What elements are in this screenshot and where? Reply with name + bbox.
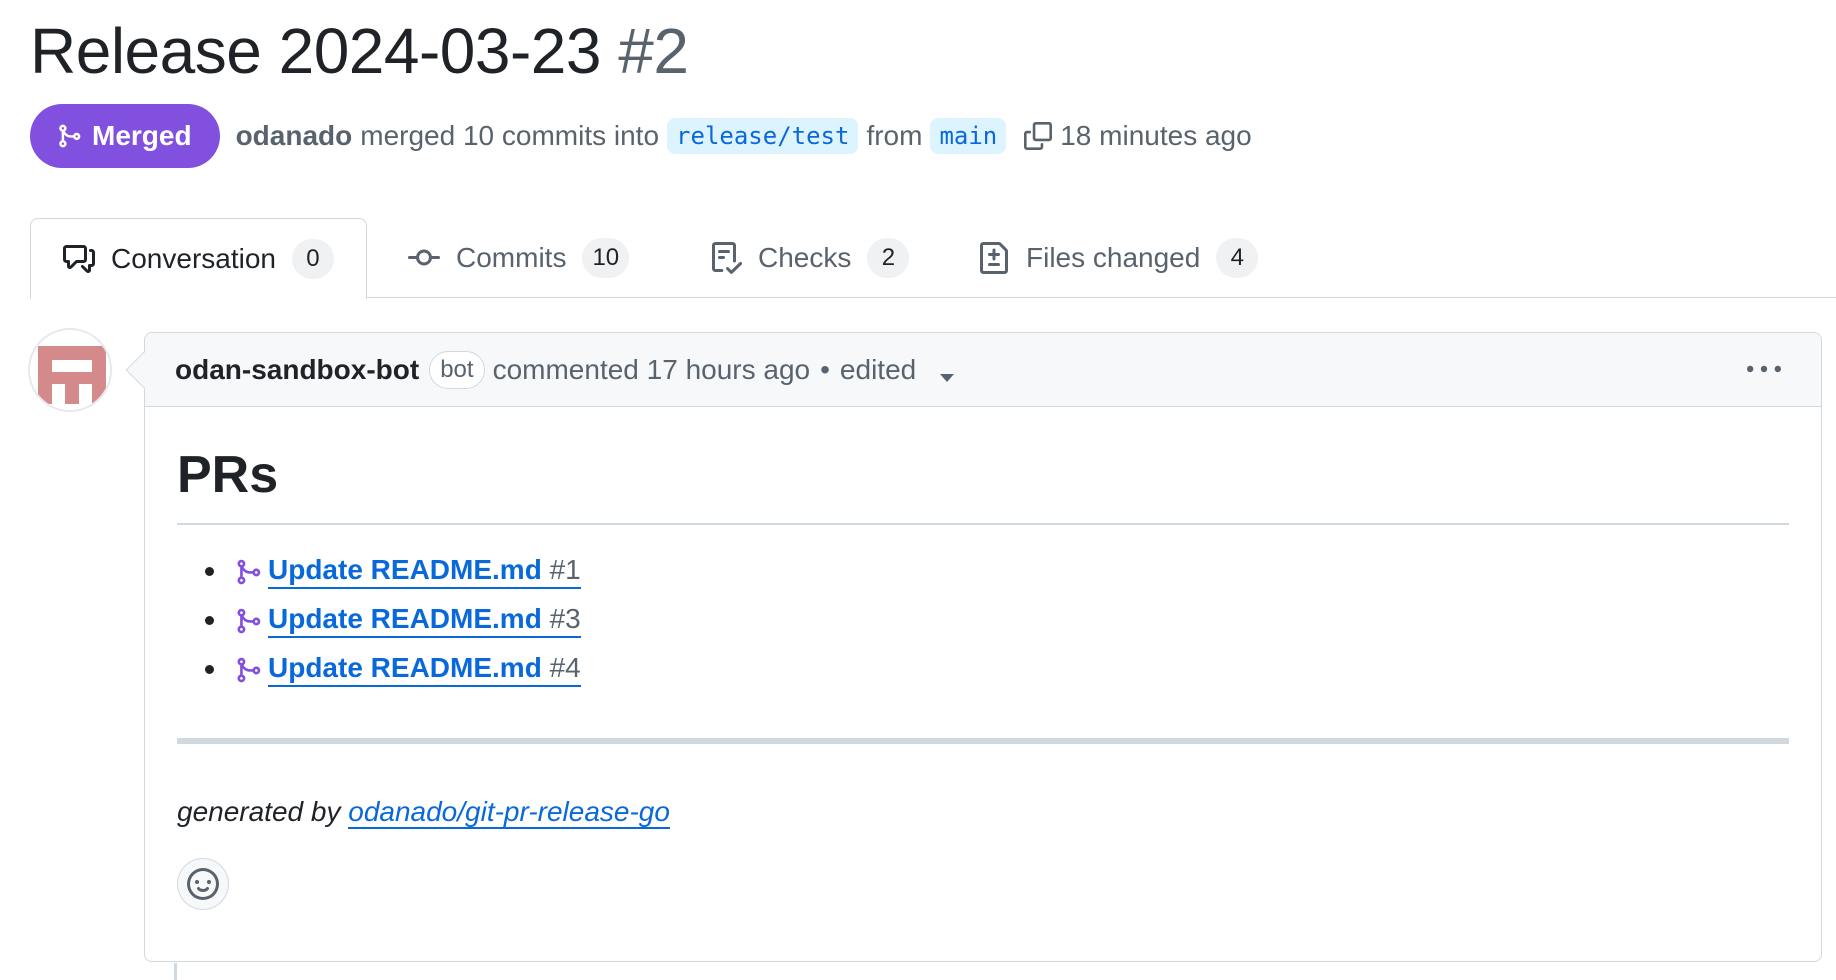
pr-list: Update README.md #1 Update README.md #3 … [177,547,1789,694]
tab-commits-count: 10 [582,238,630,278]
edited-label: edited [839,353,917,385]
base-branch-link[interactable]: release/test [667,118,859,154]
list-item: Update README.md #4 [205,645,1789,694]
pr-link-number: #3 [549,603,581,634]
avatar[interactable] [28,328,112,412]
comment-box: odan-sandbox-bot bot commented 17 hours … [125,332,1822,962]
tab-files-changed-count: 4 [1216,238,1259,278]
comment-body: PRs Update README.md #1 Update README.md… [145,445,1821,910]
bot-avatar-icon [30,330,110,410]
tab-checks-count: 2 [867,238,910,278]
comment-header: odan-sandbox-bot bot commented 17 hours … [145,333,1821,407]
timeline-line [174,963,177,980]
pr-title-text: Release 2024-03-23 [30,15,601,87]
pr-link-title: Update README.md [268,603,542,634]
git-merge-icon [237,657,261,682]
copy-icon[interactable] [1024,122,1053,150]
pr-link-number: #1 [549,554,581,585]
merge-time: 18 minutes ago [1060,120,1252,151]
list-bullet [205,616,214,625]
edited-dropdown[interactable]: edited [840,354,954,386]
list-bullet [205,665,214,674]
merge-action-text: merged 10 commits into [360,120,660,151]
pr-link-title: Update README.md [268,652,542,683]
pr-status-line: Merged odanado merged 10 commits into re… [30,104,1252,168]
git-pr-release-go-link[interactable]: odanado/git-pr-release-go [348,796,670,829]
list-item: Update README.md #3 [205,596,1789,645]
merged-label: Merged [92,120,192,151]
merged-status-badge: Merged [30,104,220,168]
tab-conversation[interactable]: Conversation 0 [30,218,367,299]
git-merge-icon [237,608,261,633]
checklist-icon [712,242,742,274]
generated-by-text: generated by odanado/git-pr-release-go [177,796,1789,829]
pr-link[interactable]: Update README.md #1 [268,554,581,589]
comment-author-link[interactable]: odan-sandbox-bot [175,354,419,386]
pr-tabs: Conversation 0 Commits 10 Checks 2 Files… [0,218,1836,299]
pr-link[interactable]: Update README.md #4 [268,652,581,687]
from-text: from [866,120,923,151]
pr-title: Release 2024-03-23 #2 [30,14,689,88]
head-branch-link[interactable]: main [930,118,1007,154]
kebab-menu-icon[interactable] [1747,333,1781,407]
smiley-icon [187,868,219,900]
pr-number: #2 [618,15,689,87]
tab-files-changed[interactable]: Files changed 4 [978,218,1259,298]
generated-by-prefix: generated by [177,796,341,827]
pr-link-title: Update README.md [268,554,542,585]
tab-commits[interactable]: Commits 10 [408,218,630,298]
merge-summary: odanado merged 10 commits into release/t… [236,118,1252,154]
list-item: Update README.md #1 [205,547,1789,596]
tab-commits-label: Commits [456,242,567,273]
tab-checks-label: Checks [758,242,852,273]
meta-separator: • [820,353,830,385]
tab-files-changed-label: Files changed [1026,242,1201,273]
git-merge-icon [237,559,261,584]
chevron-down-icon [940,373,954,382]
tab-conversation-count: 0 [291,238,334,279]
pr-link-number: #4 [549,652,581,683]
bot-label: bot [429,350,485,389]
comment-heading: PRs [177,445,1789,525]
commit-icon [408,249,440,266]
file-diff-icon [980,242,1008,274]
git-merge-icon [59,124,81,148]
comment-meta[interactable]: commented 17 hours ago [493,354,811,386]
list-bullet [205,567,214,576]
tab-checks[interactable]: Checks 2 [710,218,910,298]
add-reaction-button[interactable] [177,858,229,910]
merge-author-link[interactable]: odanado [236,120,353,152]
tab-conversation-label: Conversation [111,242,276,274]
comment-discussion-icon [63,244,95,273]
pr-link[interactable]: Update README.md #3 [268,603,581,638]
horizontal-rule [177,738,1789,744]
